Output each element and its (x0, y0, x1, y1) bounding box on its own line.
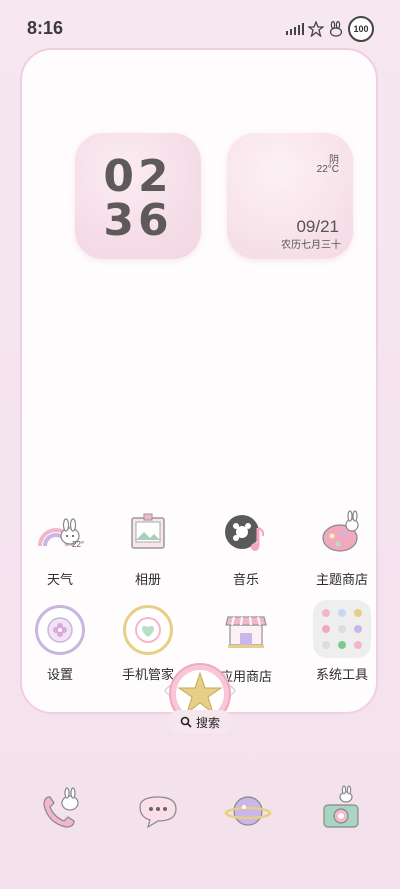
music-icon (220, 508, 272, 560)
app-label: 主题商店 (315, 572, 368, 587)
widget-date: 09/21 (296, 217, 339, 236)
messages-icon (139, 796, 177, 829)
status-bar: 8:16 100 (0, 0, 400, 50)
star-status-icon (308, 21, 324, 37)
search-icon (180, 716, 192, 728)
camera-icon (323, 785, 359, 828)
settings-icon (35, 605, 85, 655)
theme-store-icon (316, 508, 368, 560)
phone-icon (43, 787, 79, 828)
bunny-status-icon (329, 21, 343, 37)
app-gallery[interactable]: 相册 (108, 508, 188, 588)
dock-phone[interactable] (36, 785, 88, 837)
battery-level: 100 (353, 24, 369, 34)
app-settings[interactable]: 设置 (20, 605, 100, 683)
battery-indicator: 100 (348, 16, 374, 42)
app-label: 系统工具 (315, 667, 368, 682)
dock-browser[interactable] (222, 785, 274, 837)
status-right-group: 100 (286, 16, 374, 42)
clock-widget[interactable]: 02 36 (75, 133, 201, 259)
system-tools-folder-icon (313, 600, 371, 658)
app-weather[interactable]: 22° 天气 (20, 508, 100, 588)
clock-minutes: 36 (103, 195, 173, 246)
app-system-tools-folder[interactable]: 系统工具 (302, 600, 382, 683)
weather-temperature: 22°C (316, 164, 339, 175)
search-label: 搜索 (195, 715, 220, 730)
search-button[interactable]: 搜索 (168, 710, 232, 734)
weather-icon (34, 508, 86, 560)
app-label: 音乐 (232, 572, 259, 587)
browser-icon (224, 796, 272, 826)
dock-messages[interactable] (132, 785, 184, 837)
clock-hours: 02 (103, 151, 173, 202)
app-theme-store[interactable]: 主题商店 (302, 508, 382, 588)
widget-lunar-date: 农历七月三十 (281, 240, 341, 251)
app-label: 天气 (46, 572, 73, 587)
weather-date-widget[interactable]: 阴 22°C 09/21 农历七月三十 (227, 133, 353, 259)
weather-icon-temp: 22° (72, 540, 85, 549)
phone-manager-icon (123, 605, 173, 655)
app-store-icon (220, 605, 272, 657)
app-label: 设置 (46, 667, 73, 682)
signal-icon (286, 23, 304, 35)
gallery-icon (122, 508, 174, 560)
dock-camera[interactable] (316, 785, 368, 837)
app-music[interactable]: 音乐 (206, 508, 286, 588)
app-label: 相册 (134, 572, 161, 587)
status-time: 8:16 (27, 18, 64, 38)
